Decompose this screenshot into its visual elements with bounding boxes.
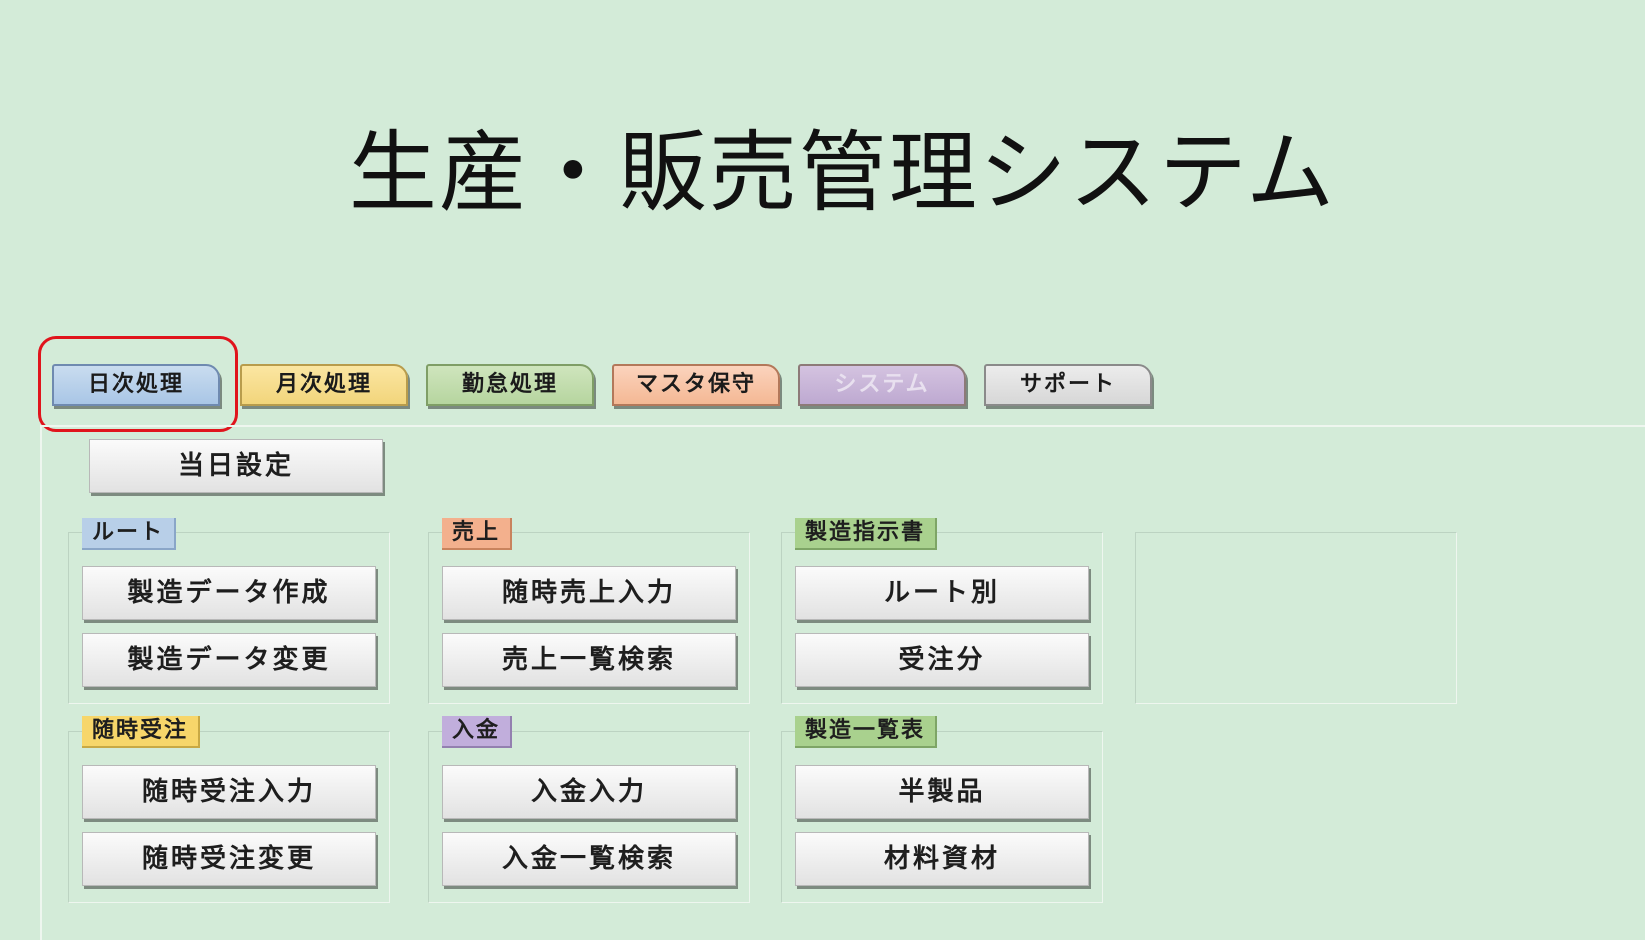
main-menu-screen: 生産・販売管理システム 日次処理 月次処理 勤怠処理 マスタ保守 システム サポ… [0, 0, 1645, 940]
route-group-label: ルート [82, 518, 177, 550]
app-title: 生産・販売管理システム [348, 121, 1337, 224]
tab-attendance-processing[interactable]: 勤怠処理 [426, 364, 594, 406]
tab-support[interactable]: サポート [984, 364, 1152, 406]
ad-hoc-order-change-button[interactable]: 随時受注変更 [82, 832, 376, 886]
ad-hoc-sales-entry-button[interactable]: 随時売上入力 [442, 566, 736, 620]
tab-master-maintenance[interactable]: マスタ保守 [612, 364, 780, 406]
ad-hoc-orders-group-label: 随時受注 [82, 716, 201, 748]
tab-system[interactable]: システム [798, 364, 966, 406]
change-manufacturing-data-button[interactable]: 製造データ変更 [82, 633, 376, 687]
semi-finished-products-button[interactable]: 半製品 [795, 765, 1089, 819]
sales-group-label: 売上 [442, 518, 513, 550]
create-manufacturing-data-button[interactable]: 製造データ作成 [82, 566, 376, 620]
order-portion-button[interactable]: 受注分 [795, 633, 1089, 687]
payment-entry-button[interactable]: 入金入力 [442, 765, 736, 819]
payment-list-search-button[interactable]: 入金一覧検索 [442, 832, 736, 886]
set-today-button[interactable]: 当日設定 [89, 439, 383, 493]
by-route-button[interactable]: ルート別 [795, 566, 1089, 620]
manufacturing-list-group-label: 製造一覧表 [795, 716, 938, 748]
manufacturing-instructions-group-label: 製造指示書 [795, 518, 938, 550]
empty-group [1135, 532, 1457, 704]
payment-group-label: 入金 [442, 716, 513, 748]
sales-list-search-button[interactable]: 売上一覧検索 [442, 633, 736, 687]
active-tab-highlight [38, 336, 238, 432]
tab-monthly-processing[interactable]: 月次処理 [240, 364, 408, 406]
materials-supplies-button[interactable]: 材料資材 [795, 832, 1089, 886]
ad-hoc-order-entry-button[interactable]: 随時受注入力 [82, 765, 376, 819]
